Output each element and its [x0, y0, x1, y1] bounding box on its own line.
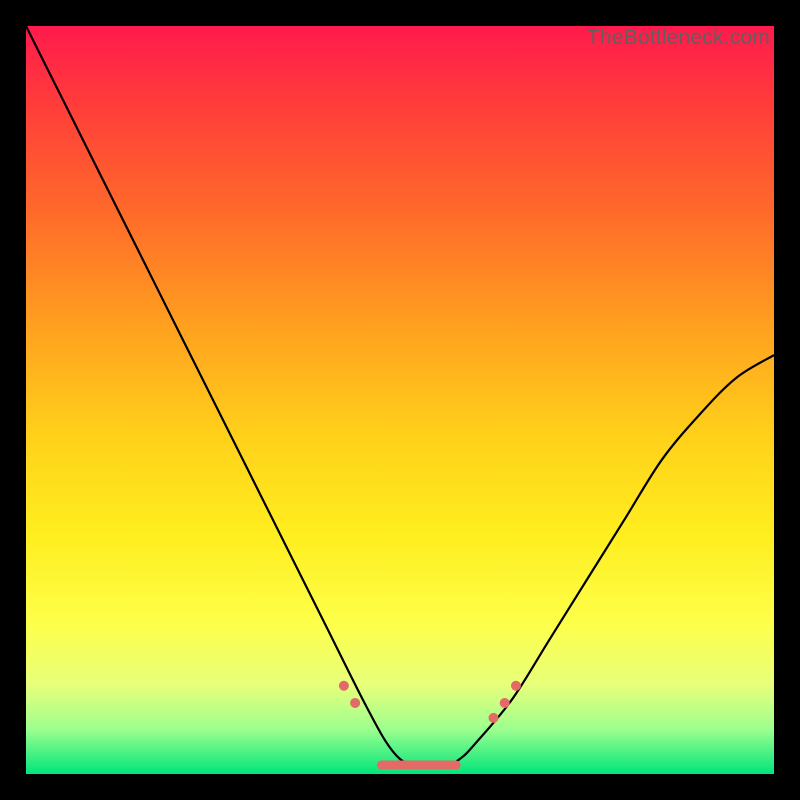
marker-dot: [500, 698, 510, 708]
curve-path: [26, 26, 774, 767]
marker-dot: [511, 681, 521, 691]
marker-dot: [489, 713, 499, 723]
chart-frame: TheBottleneck.com: [0, 0, 800, 800]
bottleneck-curve: [26, 26, 774, 774]
plot-area: [26, 26, 774, 774]
watermark-text: TheBottleneck.com: [587, 26, 770, 50]
marker-dot: [339, 681, 349, 691]
marker-dot: [350, 698, 360, 708]
